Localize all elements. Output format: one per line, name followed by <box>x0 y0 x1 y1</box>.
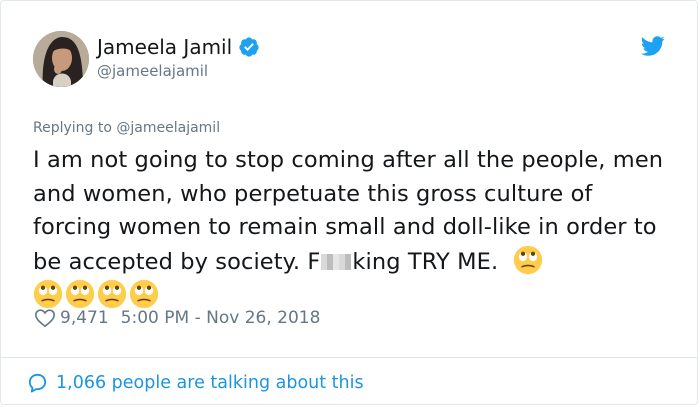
timestamp-link[interactable]: 5:00 PM - Nov 26, 2018 <box>121 308 321 328</box>
talking-link[interactable]: 1,066 people are talking about this <box>26 371 364 394</box>
tweet-header: Jameela Jamil @jameelajamil <box>33 31 260 87</box>
replying-to-line: Replying to @jameelajamil <box>33 120 220 136</box>
replying-prefix: Replying to <box>33 120 117 136</box>
tweet-card: Jameela Jamil @jameelajamil Replying to … <box>0 0 698 405</box>
rolling-eyes-emoji-icon <box>97 279 127 309</box>
handle[interactable]: @jameelajamil <box>97 60 260 82</box>
tweet-meta: 9,471 5:00 PM - Nov 26, 2018 <box>34 307 320 329</box>
rolling-eyes-emoji-icon <box>33 279 63 309</box>
author-names: Jameela Jamil @jameelajamil <box>97 35 260 82</box>
censored-blur <box>321 253 352 270</box>
avatar[interactable] <box>33 31 89 87</box>
rolling-eyes-emoji-icon <box>129 279 159 309</box>
rolling-eyes-emoji-icon <box>65 279 95 309</box>
speech-bubble-icon <box>28 373 47 393</box>
avatar-photo-icon <box>33 31 89 87</box>
tweet-text: I am not going to stop coming after all … <box>33 144 673 314</box>
verified-badge-icon <box>239 36 259 57</box>
twitter-bird-icon[interactable] <box>641 34 665 58</box>
replying-handle-link[interactable]: @jameelajamil <box>116 120 220 136</box>
like-count[interactable]: 9,471 <box>60 308 109 328</box>
tweet-text-part2: king TRY ME. <box>352 248 499 275</box>
tweet-footer: 1,066 people are talking about this <box>1 357 697 407</box>
heart-icon[interactable] <box>34 307 56 329</box>
display-name-row: Jameela Jamil <box>97 35 260 59</box>
rolling-eyes-emoji-icon <box>514 245 543 274</box>
display-name[interactable]: Jameela Jamil <box>97 35 232 59</box>
talking-text[interactable]: 1,066 people are talking about this <box>56 373 364 393</box>
